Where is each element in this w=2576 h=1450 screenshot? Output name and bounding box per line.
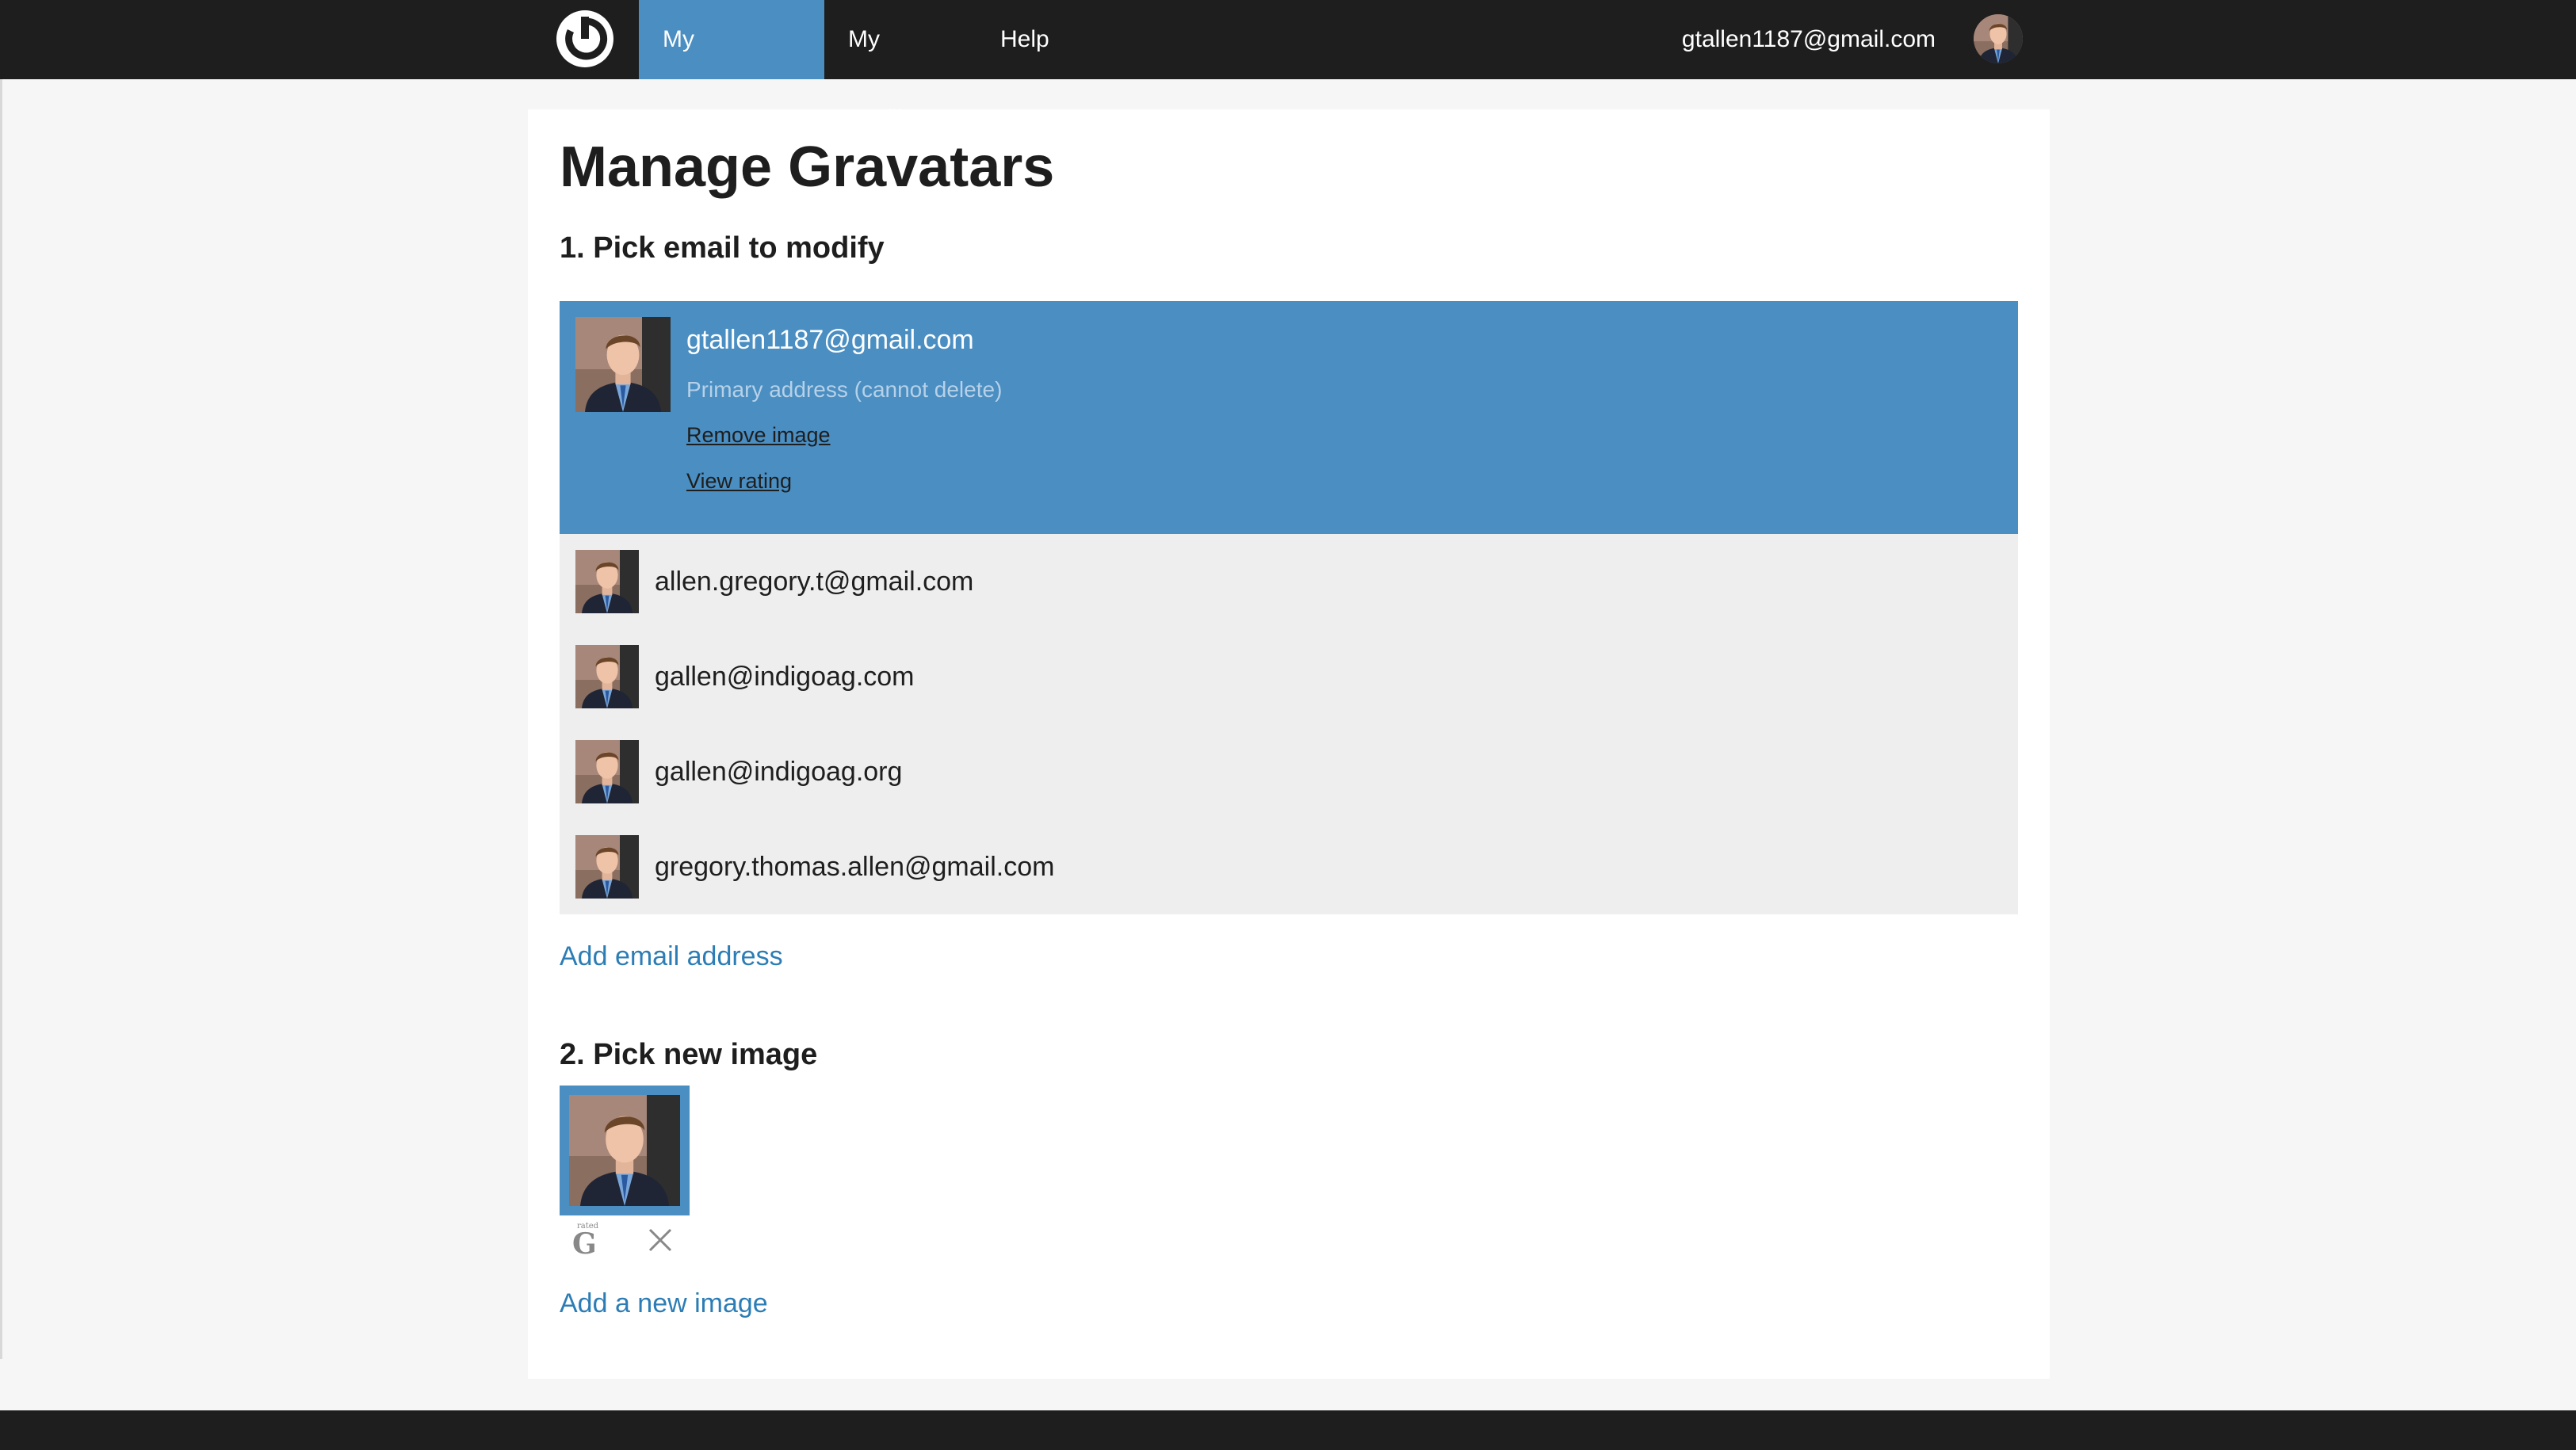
email-address: gtallen1187@gmail.com bbox=[686, 325, 974, 355]
email-row[interactable]: gallen@indigoag.org bbox=[560, 724, 2018, 819]
email-avatar-thumbnail bbox=[575, 550, 639, 613]
email-avatar-thumbnail bbox=[575, 835, 639, 899]
footer-bar bbox=[0, 1410, 2576, 1450]
view-rating-link[interactable]: View rating bbox=[686, 469, 792, 494]
email-address: gallen@indigoag.org bbox=[655, 757, 903, 787]
top-navigation-bar: My Gravatars My Profile Help gtallen1187… bbox=[0, 0, 2576, 132]
email-avatar-thumbnail bbox=[575, 740, 639, 803]
email-row-selected[interactable]: gtallen1187@gmail.com Primary address (c… bbox=[560, 301, 2018, 534]
email-list: gtallen1187@gmail.com Primary address (c… bbox=[560, 301, 2018, 914]
manage-gravatars-card: Manage Gravatars 1. Pick email to modify… bbox=[528, 109, 2050, 1379]
gravatar-logo-icon[interactable] bbox=[555, 9, 615, 69]
email-row[interactable]: gallen@indigoag.com bbox=[560, 629, 2018, 724]
nav-my-profile[interactable]: My Profile bbox=[824, 0, 977, 132]
remove-image-link[interactable]: Remove image bbox=[686, 423, 831, 448]
close-icon[interactable] bbox=[645, 1225, 675, 1255]
nav-my-gravatars[interactable]: My Gravatars bbox=[639, 0, 824, 132]
email-row[interactable]: gregory.thomas.allen@gmail.com bbox=[560, 819, 2018, 914]
primary-address-note: Primary address (cannot delete) bbox=[686, 377, 1003, 402]
email-avatar-thumbnail bbox=[575, 645, 639, 708]
email-avatar-thumbnail bbox=[575, 317, 671, 412]
rated-g-icon[interactable]: rated G bbox=[569, 1222, 598, 1260]
email-address: gregory.thomas.allen@gmail.com bbox=[655, 852, 1055, 882]
email-row[interactable]: allen.gregory.t@gmail.com bbox=[560, 534, 2018, 629]
page-title: Manage Gravatars bbox=[560, 135, 1055, 199]
add-email-address-link[interactable]: Add email address bbox=[560, 941, 783, 972]
email-address: allen.gregory.t@gmail.com bbox=[655, 567, 974, 597]
window-left-edge bbox=[0, 79, 2, 1359]
user-avatar[interactable] bbox=[1974, 14, 2023, 63]
selected-image-tile[interactable] bbox=[560, 1086, 690, 1215]
account-email[interactable]: gtallen1187@gmail.com bbox=[1682, 0, 1936, 79]
nav-help[interactable]: Help bbox=[977, 0, 1074, 79]
email-address: gallen@indigoag.com bbox=[655, 662, 915, 692]
add-new-image-link[interactable]: Add a new image bbox=[560, 1288, 768, 1319]
step-2-heading: 2. Pick new image bbox=[560, 1038, 818, 1071]
step-1-heading: 1. Pick email to modify bbox=[560, 231, 885, 265]
